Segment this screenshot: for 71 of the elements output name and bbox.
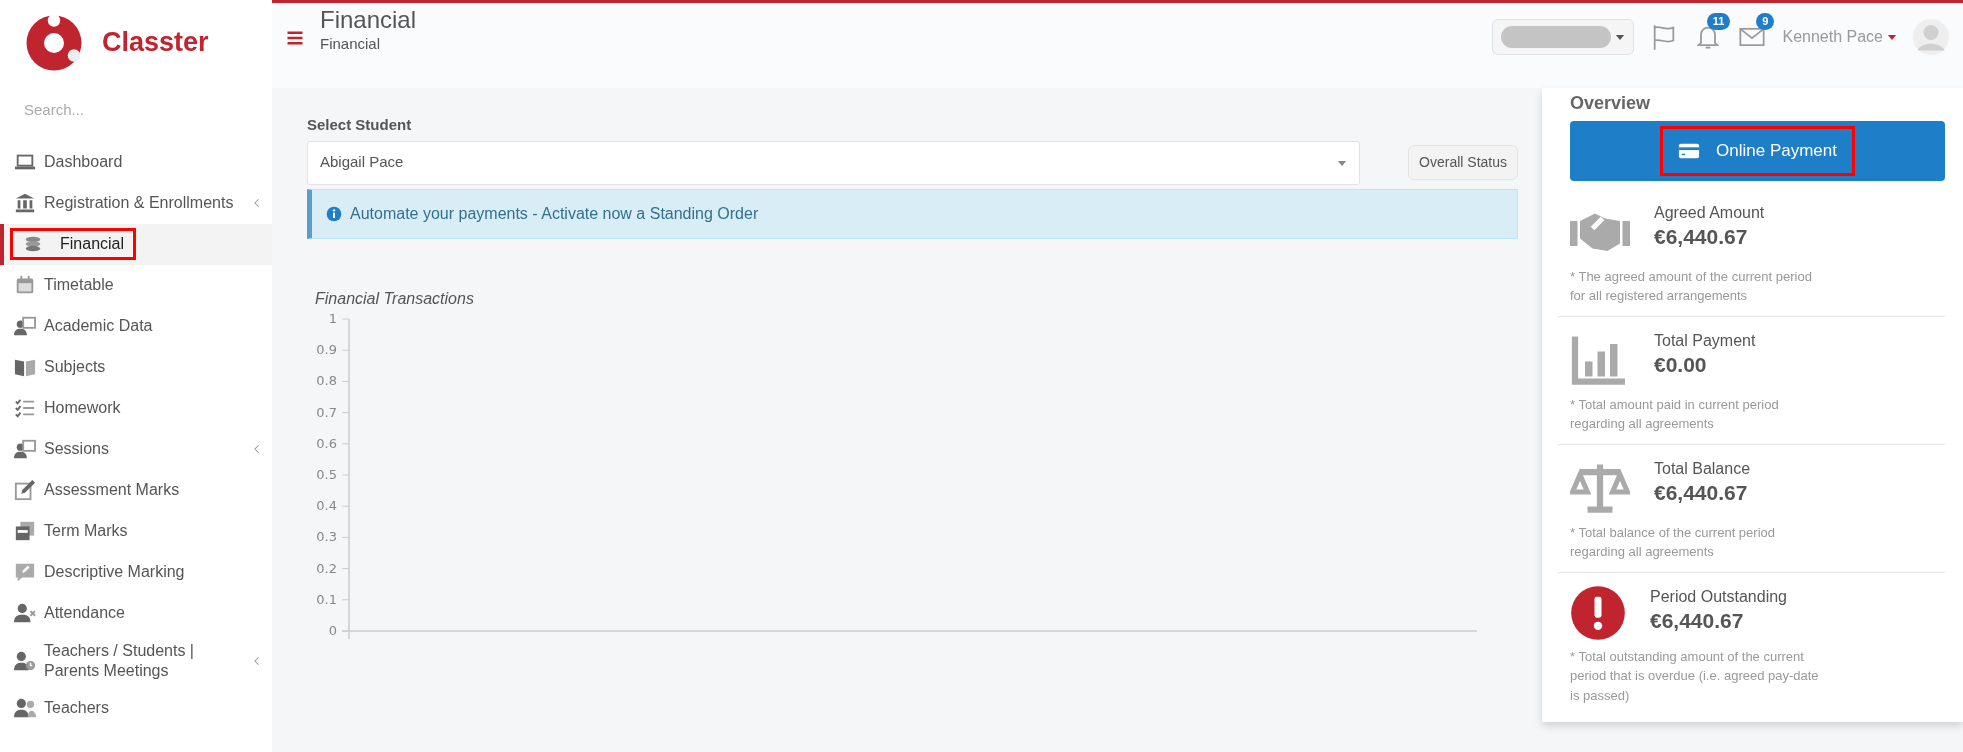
logo-icon xyxy=(24,12,84,73)
chevron-icon xyxy=(252,654,262,667)
sidebar-item[interactable]: Descriptive Marking xyxy=(0,551,272,593)
stat-amount: €6,440.67 xyxy=(1650,608,1745,632)
stat-note: * Total balance of the current period regarding all agreements xyxy=(1570,523,1776,561)
page-title: Financial xyxy=(320,7,417,34)
info-icon xyxy=(326,205,342,222)
comment-icon xyxy=(14,561,36,583)
tick-label: 0 xyxy=(328,622,337,638)
tick-label: 0.5 xyxy=(316,466,337,482)
menu-label: Financial xyxy=(60,234,125,254)
stat-label: Total Payment xyxy=(1654,330,1756,351)
chevron-icon xyxy=(252,197,262,209)
stat-note: * Total outstanding amount of the current period that is overdue (i.e. agreed pay-date is passed) xyxy=(1570,647,1820,705)
people-icon xyxy=(14,697,36,719)
sidebar-item[interactable]: Assessment Marks xyxy=(0,469,272,511)
person-board-icon xyxy=(14,315,36,337)
stat-amount: €6,440.67 xyxy=(1654,224,1749,248)
copy-icon xyxy=(14,520,36,542)
stat-amount: €6,440.67 xyxy=(1654,480,1749,504)
brand-name: Classter xyxy=(102,26,209,60)
chart-title: Financial Transactions xyxy=(315,288,475,309)
calendar-icon xyxy=(14,274,36,296)
person-board-icon xyxy=(14,438,36,460)
person-clock-icon xyxy=(14,649,36,672)
sidebar-item[interactable]: Teachers xyxy=(0,687,272,729)
tick-label: 0.4 xyxy=(316,497,337,513)
stat-label: Period Outstanding xyxy=(1650,586,1787,607)
sidebar-item[interactable]: Subjects xyxy=(0,346,272,388)
count-badge: 11 xyxy=(1706,13,1731,30)
sidebar-item[interactable]: Timetable xyxy=(0,264,272,306)
checklist-icon xyxy=(14,397,36,419)
menu-icon xyxy=(286,29,304,47)
sidebar-item[interactable]: Sessions xyxy=(0,428,272,470)
tick-label: 1 xyxy=(328,310,337,326)
person-x-icon xyxy=(14,602,36,624)
tick-label: 0.1 xyxy=(316,591,337,607)
online-payment-button[interactable]: Online Payment xyxy=(1570,121,1945,181)
overview-title: Overview xyxy=(1570,92,1652,115)
stat-label: Total Balance xyxy=(1654,458,1751,479)
sidebar-item[interactable]: Dashboard xyxy=(0,141,272,183)
alert-icon xyxy=(1570,584,1626,641)
breadcrumb: Financial xyxy=(320,34,382,55)
stat-label: Agreed Amount xyxy=(1654,202,1765,223)
tick-label: 0.9 xyxy=(316,341,337,357)
sidebar-item[interactable]: Teachers / Students | Parents Meetings xyxy=(0,633,272,688)
sidebar-item[interactable]: Registration & Enrollments xyxy=(0,182,272,224)
field-label: Select Student xyxy=(307,115,413,135)
tick-label: 0.8 xyxy=(316,372,337,388)
chevron-icon xyxy=(252,443,262,455)
tick-label: 0.6 xyxy=(316,435,337,451)
edit-icon xyxy=(14,479,36,501)
caret-icon xyxy=(1887,32,1897,42)
stat-note: * The agreed amount of the current period for all registered arrangements xyxy=(1570,267,1813,305)
tick-label: 0.7 xyxy=(316,404,337,420)
overall-status-button[interactable]: Overall Status xyxy=(1408,145,1518,180)
alert-message: Automate your payments - Activate now a Standing Order xyxy=(350,203,759,224)
avatar-icon xyxy=(1913,19,1949,55)
sidebar-item[interactable]: Homework xyxy=(0,387,272,429)
caret-icon xyxy=(1615,32,1626,42)
tick-label: 0.3 xyxy=(316,528,337,544)
sidebar-item[interactable]: Term Marks xyxy=(0,510,272,552)
count-badge: 9 xyxy=(1756,13,1775,30)
tick-label: 0.2 xyxy=(316,560,337,576)
stat-note: * Total amount paid in current period regarding all agreements xyxy=(1570,395,1780,433)
bank-icon xyxy=(14,192,36,214)
stat-amount: €0.00 xyxy=(1654,352,1708,376)
sidebar-item[interactable]: Academic Data xyxy=(0,305,272,347)
sidebar-item[interactable]: Attendance xyxy=(0,592,272,634)
student-select[interactable]: Abigail Pace xyxy=(307,140,1361,185)
blurred-dropdown[interactable] xyxy=(1492,19,1635,55)
